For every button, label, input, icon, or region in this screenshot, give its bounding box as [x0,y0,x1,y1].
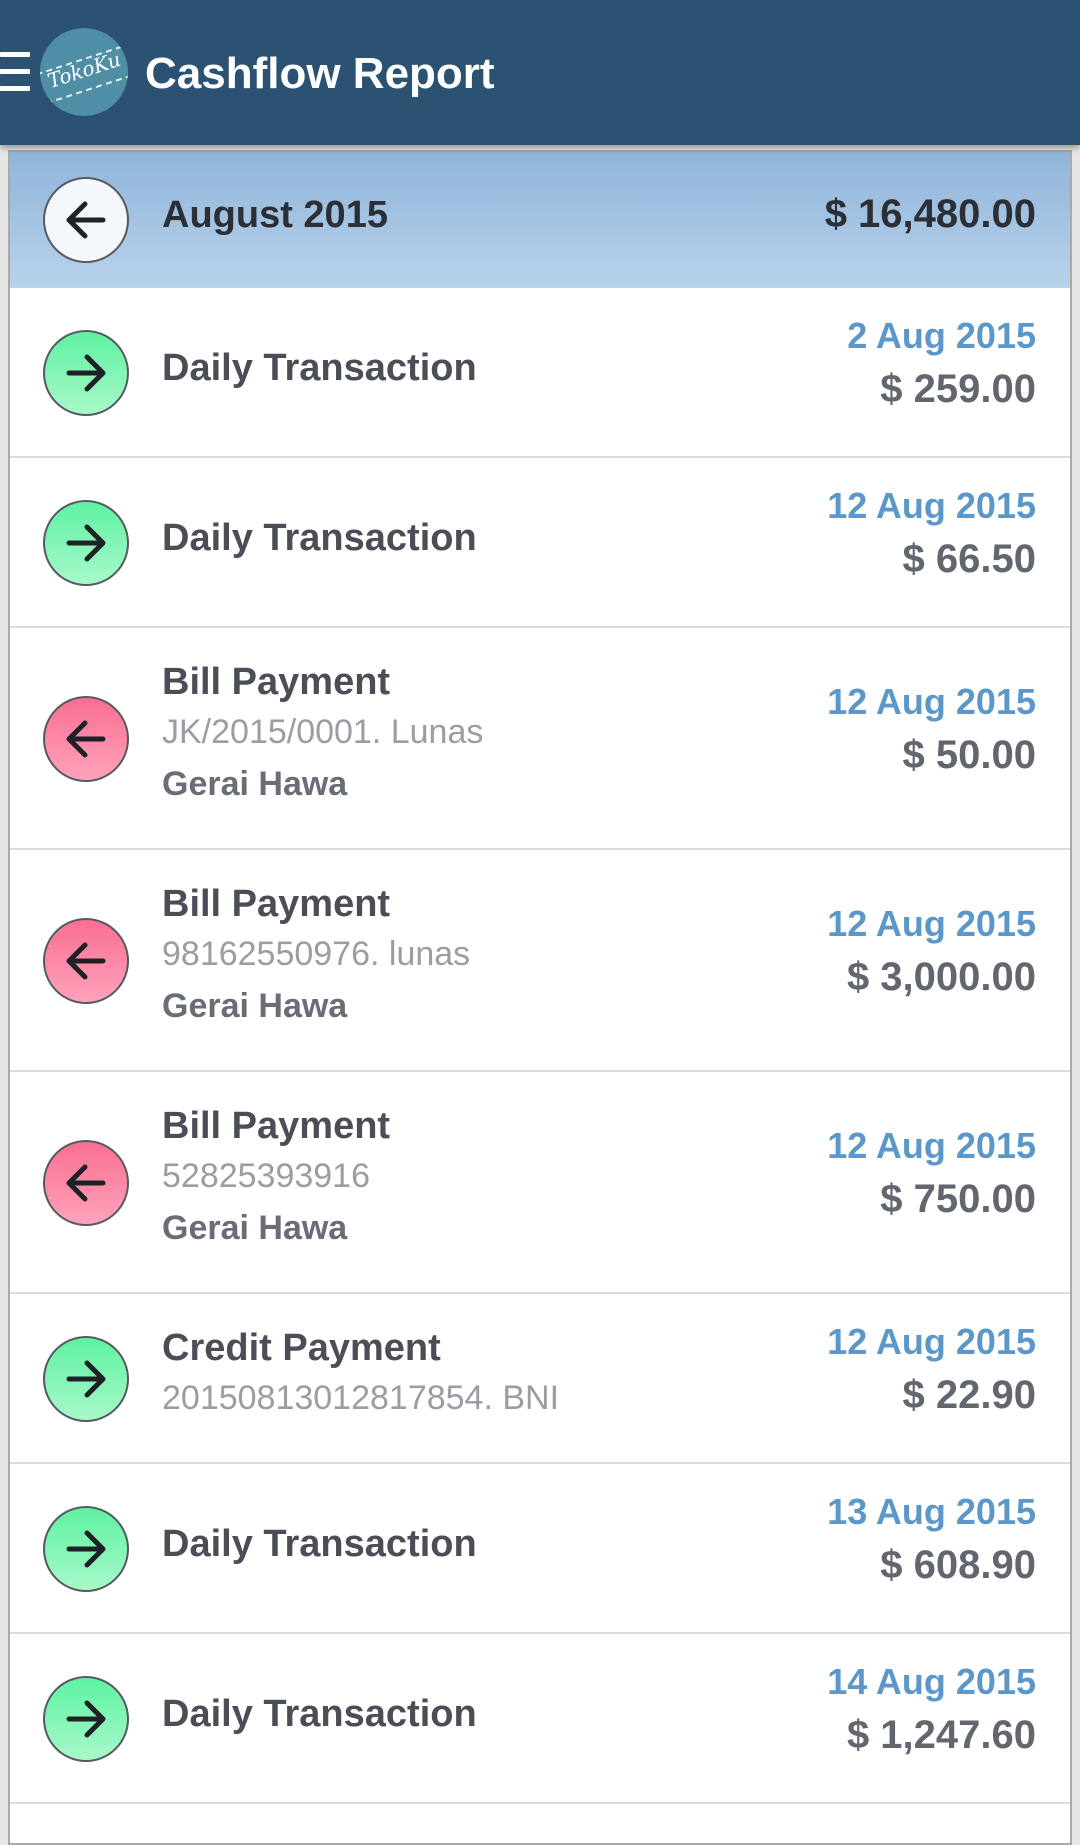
transaction-row[interactable]: Bill Payment 52825393916 Gerai Hawa 12 Aug … [10,1072,1070,1294]
transaction-amount: $ 50.00 [902,733,1036,777]
app-bar: TokoKu Cashflow Report [0,0,1080,145]
logo-text: TokoKu [44,46,124,94]
transaction-party: Gerai Hawa [162,987,348,1025]
transaction-amount: $ 259.00 [880,367,1036,411]
transaction-reference: 20150813012817854. BNI [162,1379,560,1417]
arrow-left-icon[interactable] [43,177,129,263]
transaction-date: 12 Aug 2015 [827,903,1036,944]
transaction-title: Daily Transaction [162,1693,477,1735]
hamburger-menu-icon[interactable] [0,52,30,92]
transaction-amount: $ 1,247.60 [846,1713,1036,1757]
transaction-date: 2 Aug 2015 [847,315,1036,356]
arrow-left-icon [43,918,129,1004]
transaction-title: Daily Transaction [162,347,477,389]
arrow-right-icon [43,1336,129,1422]
transaction-title: Daily Transaction [162,1523,477,1565]
transaction-amount: $ 22.90 [902,1373,1036,1417]
transaction-date: 14 Aug 2015 [827,1661,1036,1702]
cashflow-list-panel: August 2015 $ 16,480.00 Daily Transactio… [8,150,1072,1845]
transaction-row[interactable]: Daily Transaction 12 Aug 2015 $ 66.50 [10,458,1070,628]
arrow-left-icon [43,696,129,782]
transaction-amount: $ 66.50 [902,537,1036,581]
transaction-party: Gerai Hawa [162,1209,348,1247]
transaction-date: 12 Aug 2015 [827,485,1036,526]
page-title: Cashflow Report [145,49,495,98]
month-header[interactable]: August 2015 $ 16,480.00 [10,152,1070,288]
transaction-reference: 52825393916 [162,1157,371,1195]
arrow-left-icon [43,1140,129,1226]
transaction-title: Bill Payment [162,1105,391,1147]
month-label: August 2015 [162,194,388,236]
month-total: $ 16,480.00 [824,192,1036,236]
transaction-title: Bill Payment [162,661,391,703]
arrow-right-icon [43,500,129,586]
transaction-amount: $ 3,000.00 [846,955,1036,999]
transaction-row[interactable]: Daily Transaction 2 Aug 2015 $ 259.00 [10,288,1070,458]
transaction-row[interactable]: Credit Payment 20150813012817854. BNI 12 A… [10,1294,1070,1464]
transaction-amount: $ 608.90 [880,1543,1036,1587]
transaction-row[interactable]: Bill Payment JK/2015/0001. Lunas Gerai Haw… [10,628,1070,850]
arrow-right-icon [43,1676,129,1762]
transaction-date: 12 Aug 2015 [827,1321,1036,1362]
transaction-date: 13 Aug 2015 [827,1491,1036,1532]
transaction-row[interactable]: Bill Payment 98162550976. lunas Gerai Hawa… [10,850,1070,1072]
transaction-reference: JK/2015/0001. Lunas [162,713,484,751]
transaction-party: Gerai Hawa [162,765,348,803]
transaction-date: 12 Aug 2015 [827,681,1036,722]
transaction-amount: $ 750.00 [880,1177,1036,1221]
transaction-row[interactable]: Daily Transaction 13 Aug 2015 $ 608.90 [10,1464,1070,1634]
transaction-title: Daily Transaction [162,517,477,559]
transaction-reference: 98162550976. lunas [162,935,471,973]
arrow-right-icon [43,1506,129,1592]
transaction-row[interactable]: Daily Transaction 14 Aug 2015 $ 1,247.60 [10,1634,1070,1804]
tokoku-logo[interactable]: TokoKu [40,28,128,116]
transaction-title: Credit Payment [162,1327,441,1369]
arrow-right-icon [43,330,129,416]
transaction-title: Bill Payment [162,883,391,925]
transaction-date: 12 Aug 2015 [827,1125,1036,1166]
